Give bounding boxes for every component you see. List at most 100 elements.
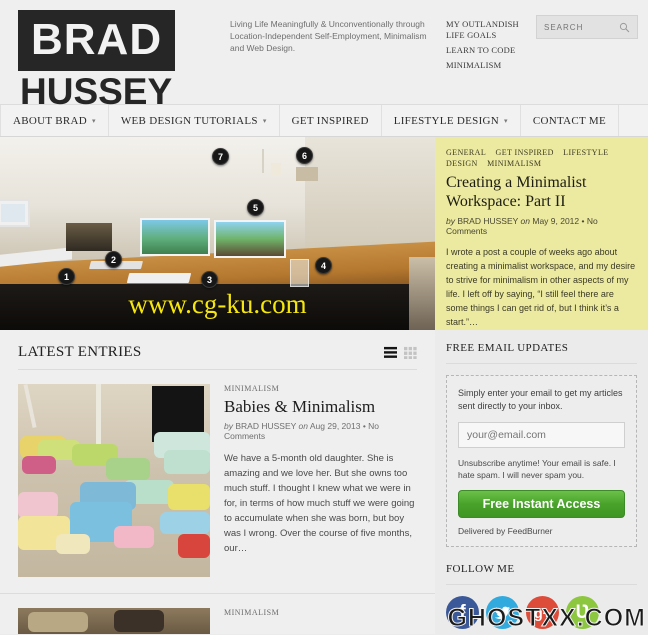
site-tagline: Living Life Meaningfully & Unconventiona…	[230, 19, 427, 53]
thumb-cloth	[168, 484, 210, 510]
hero-image[interactable]: 1 2 3 4 5 6 7 www.cg-ku.com	[0, 137, 435, 330]
hero-row: 1 2 3 4 5 6 7 www.cg-ku.com GENERAL GET …	[0, 137, 648, 330]
featured-meta: by BRAD HUSSEY on May 9, 2012 • No Comme…	[446, 216, 598, 236]
hero-watermark: www.cg-ku.com	[128, 289, 307, 319]
optin-box: Simply enter your email to get my articl…	[446, 375, 637, 547]
main-column: LATEST ENTRIES MINIMALISM Babies & Minim…	[0, 330, 435, 634]
email-updates-widget: FREE EMAIL UPDATES Simply enter your ema…	[446, 342, 637, 547]
post-title[interactable]: Babies & Minimalism	[224, 397, 417, 417]
hero-wall-shelf	[296, 167, 318, 181]
featured-category[interactable]: MINIMALISM	[487, 159, 541, 168]
hero-monitor-left	[140, 218, 210, 256]
logo-text-bottom: HUSSEY	[20, 71, 173, 112]
post-author[interactable]: BRAD HUSSEY	[235, 421, 296, 431]
table-row[interactable]: MINIMALISM	[0, 594, 435, 634]
thumb-cloth	[114, 610, 164, 632]
nav-item-lifestyle-design[interactable]: LIFESTYLE DESIGN ▾	[382, 105, 521, 136]
optin-intro: Simply enter your email to get my articl…	[458, 388, 623, 411]
featured-title[interactable]: Creating a Minimalist Workspace: Part II	[446, 173, 637, 211]
top-link-learn-to-code[interactable]: LEARN TO CODE	[446, 45, 526, 56]
hero-hanging-rod	[262, 149, 264, 173]
nav-label: ABOUT BRAD	[13, 114, 88, 127]
widget-title-email: FREE EMAIL UPDATES	[446, 342, 637, 364]
thumb-cloth	[160, 512, 210, 534]
post-meta: by BRAD HUSSEY on Aug 29, 2013 • No Comm…	[224, 421, 380, 441]
hero-left-monitor-screen	[1, 204, 25, 222]
post-by-label: by	[224, 421, 233, 431]
post-body: MINIMALISM Babies & Minimalism by BRAD H…	[224, 384, 417, 577]
nav-label: WEB DESIGN TUTORIALS	[120, 114, 258, 127]
content-area: LATEST ENTRIES MINIMALISM Babies & Minim…	[0, 330, 648, 634]
page-title: LATEST ENTRIES	[18, 344, 142, 360]
email-field[interactable]	[458, 422, 625, 448]
featured-post[interactable]: GENERAL GET INSPIRED LIFESTYLE DESIGN MI…	[435, 137, 648, 330]
post-thumbnail[interactable]	[18, 384, 210, 577]
search-input[interactable]	[537, 16, 619, 38]
hero-marker-5[interactable]: 5	[247, 199, 264, 216]
post-category[interactable]: MINIMALISM	[224, 384, 417, 393]
page-root: BRAD HUSSEY Living Life Meaningfully & U…	[0, 0, 648, 635]
post-on-label: on	[298, 421, 308, 431]
nav-label: CONTACT ME	[532, 114, 606, 127]
nav-item-get-inspired[interactable]: GET INSPIRED	[280, 105, 382, 136]
hero-marker-3[interactable]: 3	[201, 271, 218, 288]
hero-left-monitor	[0, 199, 30, 227]
post-category[interactable]: MINIMALISM	[224, 608, 417, 617]
view-toggle-group	[384, 346, 417, 359]
hero-desk-clutter	[66, 223, 112, 251]
thumb-pole-right	[96, 384, 101, 452]
nav-label: LIFESTYLE DESIGN	[393, 114, 500, 127]
latest-entries-header: LATEST ENTRIES	[0, 330, 435, 369]
hero-glass	[290, 259, 309, 287]
optin-footer: Delivered by FeedBurner	[458, 526, 553, 536]
featured-categories: GENERAL GET INSPIRED LIFESTYLE DESIGN MI…	[446, 147, 637, 169]
featured-on-label: on	[520, 216, 530, 226]
site-header: BRAD HUSSEY Living Life Meaningfully & U…	[0, 0, 648, 110]
widget-title-follow: FOLLOW ME	[446, 563, 637, 585]
top-link-minimalism[interactable]: MINIMALISM	[446, 60, 526, 71]
featured-category[interactable]: GENERAL	[446, 148, 486, 157]
post-thumbnail[interactable]	[18, 608, 210, 634]
thumb-cloth	[106, 458, 150, 480]
hero-marker-2[interactable]: 2	[105, 251, 122, 268]
list-view-icon[interactable]	[384, 346, 397, 359]
sidebar: FREE EMAIL UPDATES Simply enter your ema…	[435, 330, 648, 634]
thumb-cloth	[178, 534, 210, 558]
featured-category[interactable]: GET INSPIRED	[496, 148, 554, 157]
hero-keyboard	[126, 273, 192, 283]
featured-excerpt: I wrote a post a couple of weeks ago abo…	[446, 247, 636, 327]
table-row[interactable]: MINIMALISM Babies & Minimalism by BRAD H…	[0, 370, 435, 594]
hero-wall-object-small	[271, 163, 281, 175]
post-body: MINIMALISM	[224, 608, 417, 634]
post-excerpt: We have a 5-month old daughter. She is a…	[224, 453, 415, 554]
search-box[interactable]	[536, 15, 638, 39]
thumb-cloth	[56, 534, 90, 554]
nav-label: GET INSPIRED	[291, 114, 369, 127]
thumb-cloth	[28, 612, 88, 632]
top-links: MY OUTLANDISH LIFE GOALS LEARN TO CODE M…	[446, 19, 526, 75]
chevron-down-icon: ▾	[262, 116, 267, 125]
chevron-down-icon: ▾	[504, 116, 508, 125]
hero-right-furniture	[409, 257, 435, 330]
chevron-down-icon: ▾	[92, 116, 96, 125]
hero-marker-6[interactable]: 6	[296, 147, 313, 164]
free-instant-access-button[interactable]: Free Instant Access	[458, 490, 625, 518]
hero-monitor-right	[214, 220, 286, 258]
hero-marker-7[interactable]: 7	[212, 148, 229, 165]
featured-author[interactable]: BRAD HUSSEY	[457, 216, 518, 226]
top-link-life-goals[interactable]: MY OUTLANDISH LIFE GOALS	[446, 19, 526, 41]
logo-text-top: BRAD	[18, 10, 176, 71]
hero-marker-4[interactable]: 4	[315, 257, 332, 274]
thumb-cloth	[114, 526, 154, 548]
optin-note: Unsubscribe anytime! Your email is safe.…	[458, 458, 616, 480]
thumb-cloth	[164, 450, 210, 474]
page-watermark: GHOSTXX.COM	[447, 604, 646, 633]
grid-view-icon[interactable]	[404, 346, 417, 359]
nav-item-contact-me[interactable]: CONTACT ME	[521, 105, 619, 136]
search-icon[interactable]	[619, 22, 630, 33]
post-date: Aug 29, 2013	[309, 421, 361, 431]
thumb-cloth	[18, 492, 58, 518]
hero-marker-1[interactable]: 1	[58, 268, 75, 285]
thumb-cloth	[22, 456, 56, 474]
site-logo[interactable]: BRAD HUSSEY	[18, 10, 176, 112]
